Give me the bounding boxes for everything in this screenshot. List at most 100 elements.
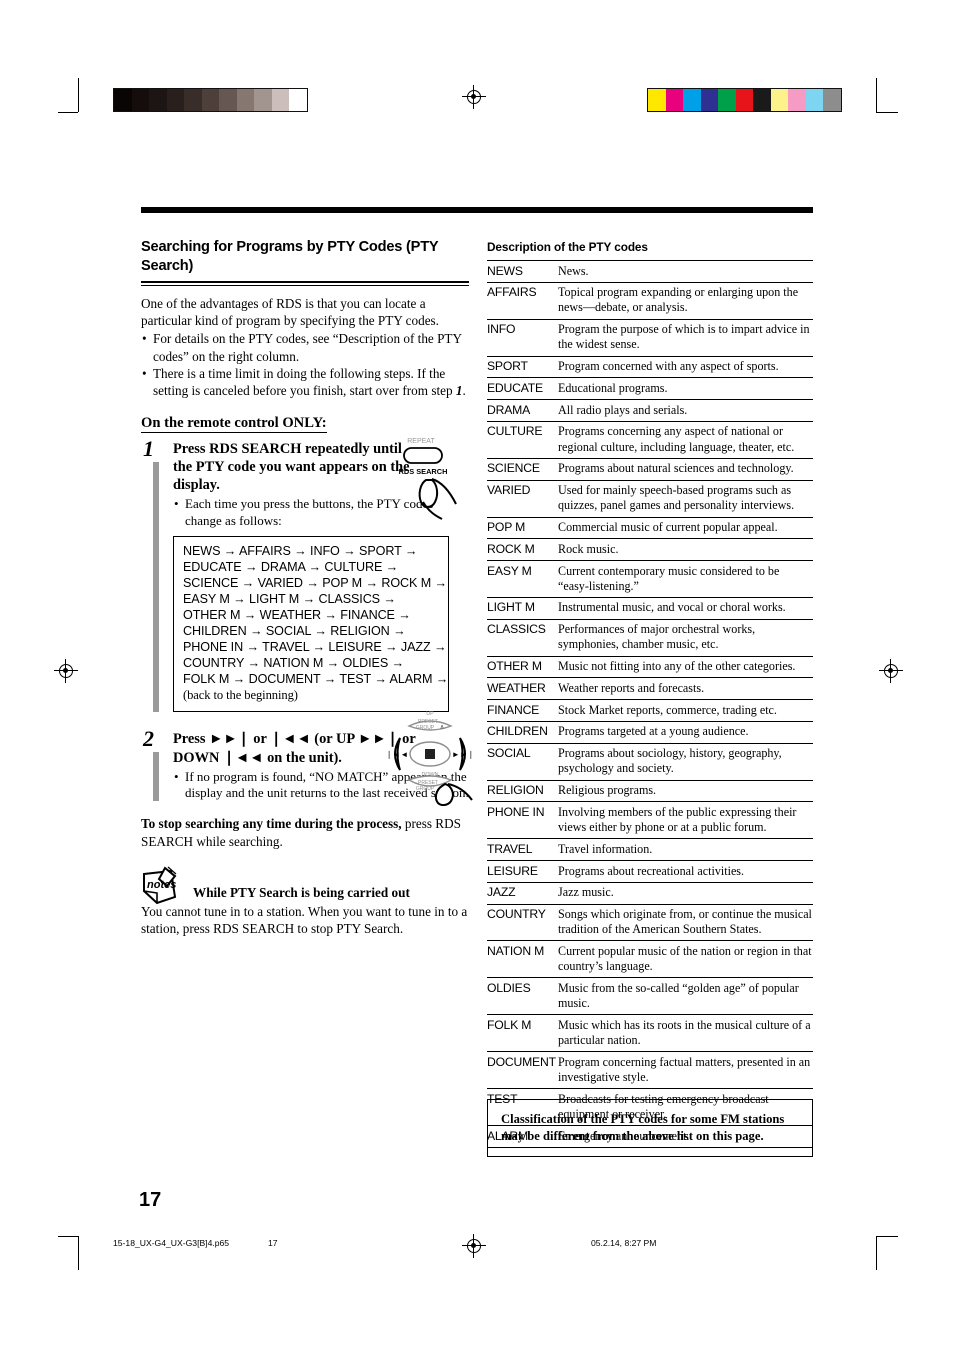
gray-patch xyxy=(131,89,149,111)
flow-line: CHILDREN → SOCIAL → RELIGION → xyxy=(183,623,406,638)
step-2-bar xyxy=(153,752,159,802)
intro-bullet-1: For details on the PTY codes, see “Descr… xyxy=(141,330,469,364)
stop-searching-note-bold: To stop searching any time during the pr… xyxy=(141,816,402,832)
table-row: CULTURE Programs concerning any aspect of… xyxy=(487,421,813,459)
gray-patch xyxy=(219,89,237,111)
svg-text:UP: UP xyxy=(426,711,434,717)
pty-description-cell: Programs concerning any aspect of nation… xyxy=(558,424,795,454)
pty-description-cell: Programs targeted at a young audience. xyxy=(558,724,749,739)
pty-code-cell: FINANCE xyxy=(487,702,540,717)
registration-target-top xyxy=(462,85,486,109)
pty-code-cell: EDUCATE xyxy=(487,380,543,395)
gray-patch xyxy=(166,89,184,111)
pty-code-cell: INFO xyxy=(487,322,516,337)
rds-search-button-illustration: REPEAT RDS SEARCH xyxy=(396,432,474,525)
step-2-heading: Press ►►❘ or ❘◄◄ (or UP ►►❘ or DOWN ❘◄◄ … xyxy=(173,731,416,766)
color-patch xyxy=(770,89,788,111)
pty-code-sequence-box: NEWS → AFFAIRS → INFO → SPORT → EDUCATE … xyxy=(173,536,449,713)
page-top-rule xyxy=(141,207,813,213)
pty-description-cell: Topical program expanding or enlarging u… xyxy=(558,285,799,315)
registration-target-right xyxy=(879,659,903,683)
table-row: LEISURE Programs about recreational activ… xyxy=(487,861,813,883)
gray-patch xyxy=(289,89,307,111)
color-patch xyxy=(718,89,736,111)
pty-code-cell: VARIED xyxy=(487,483,531,498)
table-row: TRAVEL Travel information. xyxy=(487,839,813,861)
step-1-bar xyxy=(153,462,159,713)
step-1-heading: Press RDS SEARCH repeatedly until the PT… xyxy=(173,441,410,494)
flow-line: SCIENCE → VARIED → POP M → ROCK M → xyxy=(183,576,448,591)
pty-description-cell: Jazz music. xyxy=(558,885,614,900)
table-row: CLASSICS Performances of major orchestral… xyxy=(487,619,813,657)
registration-target-bottom xyxy=(462,1234,486,1258)
color-patch xyxy=(753,89,771,111)
pty-code-cell: CULTURE xyxy=(487,424,543,439)
intro-bullet-2-text: There is a time limit in doing the follo… xyxy=(153,365,456,398)
footer-page-number: 17 xyxy=(268,1238,278,1248)
table-row: DRAMA All radio plays and serials. xyxy=(487,400,813,422)
svg-text:GROUP: GROUP xyxy=(416,725,435,731)
crop-mark-bottom-right xyxy=(862,1228,898,1270)
svg-text:∧: ∧ xyxy=(439,724,444,731)
footer-filename: 15-18_UX-G4_UX-G3[B]4.p65 xyxy=(113,1238,230,1248)
table-row: OTHER M Music not fitting into any of the… xyxy=(487,656,813,678)
table-row: WEATHER Weather reports and forecasts. xyxy=(487,678,813,700)
pty-description-cell: Educational programs. xyxy=(558,380,668,395)
pty-code-cell: EASY M xyxy=(487,563,532,578)
flow-line: OTHER M → WEATHER → FINANCE → xyxy=(183,607,411,622)
svg-text:RDS SEARCH: RDS SEARCH xyxy=(399,467,448,476)
intro-bullet-2: There is a time limit in doing the follo… xyxy=(141,365,469,399)
remote-control-only-heading: On the remote control ONLY: xyxy=(141,415,327,434)
pty-description-cell: Music from the so-called “golden age” of… xyxy=(558,980,799,1011)
pty-code-cell: POP M xyxy=(487,520,526,535)
table-row: INFO Program the purpose of which is to i… xyxy=(487,319,813,357)
color-patch xyxy=(735,89,753,111)
notes-block: notes While PTY Search is being carried … xyxy=(141,866,471,937)
color-patch xyxy=(700,89,718,111)
notes-icon: notes xyxy=(141,866,193,906)
grayscale-calibration-bar xyxy=(113,88,308,112)
pty-code-cell: JAZZ xyxy=(487,885,516,900)
table-row: NATION M Current popular music of the nat… xyxy=(487,941,813,978)
pty-description-cell: Stock Market reports, commerce, trading … xyxy=(558,702,777,717)
svg-text:►►❘: ►►❘ xyxy=(452,750,475,759)
table-row: EDUCATE Educational programs. xyxy=(487,378,813,400)
flow-line: EDUCATE → DRAMA → CULTURE → xyxy=(183,560,399,575)
flow-line: COUNTRY → NATION M → OLDIES → xyxy=(183,655,405,670)
pty-code-cell: PHONE IN xyxy=(487,804,545,819)
pty-code-cell: COUNTRY xyxy=(487,907,546,921)
flow-line: PHONE IN → TRAVEL → LEISURE → JAZZ → xyxy=(183,639,447,654)
pty-description-cell: Music which has its roots in the musical… xyxy=(558,1017,811,1048)
color-patch xyxy=(683,89,701,111)
table-row: SCIENCE Programs about natural sciences a… xyxy=(487,458,813,481)
pty-code-cell: NEWS xyxy=(487,263,523,278)
gray-patch xyxy=(236,89,254,111)
pty-description-cell: Program concerned with any aspect of spo… xyxy=(558,359,779,374)
gray-patch xyxy=(254,89,272,111)
table-row: COUNTRY Songs which originate from, or co… xyxy=(487,904,813,941)
pty-code-cell: SCIENCE xyxy=(487,461,540,476)
pty-code-cell: ROCK M xyxy=(487,541,535,556)
table-row: NEWS News. xyxy=(487,260,813,283)
pty-description-cell: Rock music. xyxy=(558,541,619,556)
step-2-number: 2 xyxy=(143,726,154,752)
pty-code-cell: DOCUMENT xyxy=(487,1054,556,1069)
flow-line: EASY M → LIGHT M → CLASSICS → xyxy=(183,591,396,606)
pty-code-cell: CHILDREN xyxy=(487,724,548,739)
classification-note-box: Classification of the PTY codes for some… xyxy=(487,1099,813,1158)
page-number: 17 xyxy=(139,1189,162,1211)
pty-description-cell: Current contemporary music considered to… xyxy=(558,563,780,593)
pty-code-cell: FOLK M xyxy=(487,1017,532,1032)
crop-mark-bottom-left xyxy=(58,1228,92,1270)
pty-code-cell: SPORT xyxy=(487,359,528,374)
crop-mark-top-right xyxy=(862,78,898,120)
table-row: VARIED Used for mainly speech-based progr… xyxy=(487,480,813,518)
table-row: FOLK M Music which has its roots in the m… xyxy=(487,1015,813,1052)
dpad-illustration: UP PRESET GROUP ∧ ❘◄◄ ►►❘ DOWN PRESET GR… xyxy=(384,706,476,811)
pty-code-cell: LEISURE xyxy=(487,863,538,878)
pty-description-cell: Songs which originate from, or continue … xyxy=(558,907,812,937)
svg-text:❘◄◄: ❘◄◄ xyxy=(386,750,409,759)
pty-description-cell: All radio plays and serials. xyxy=(558,402,688,417)
step-1-number: 1 xyxy=(143,436,154,462)
flow-line: NEWS → AFFAIRS → INFO → SPORT → xyxy=(183,544,418,559)
